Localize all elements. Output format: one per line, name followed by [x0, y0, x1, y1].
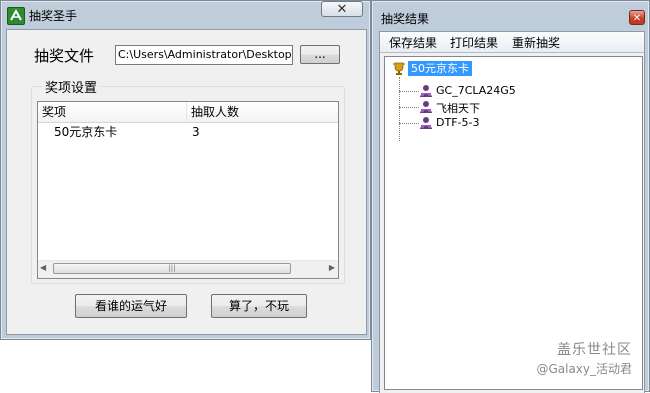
result-window-titlebar[interactable]: 抽奖结果 ✕	[372, 1, 649, 29]
tree-line	[399, 91, 419, 92]
scroll-right-icon[interactable]: ▶	[329, 263, 335, 272]
user-icon	[419, 84, 433, 98]
result-window-title: 抽奖结果	[381, 12, 430, 26]
menu-redraw[interactable]: 重新抽奖	[512, 34, 560, 51]
prize-list-header: 奖项 抽取人数	[38, 102, 338, 123]
menu-save-results[interactable]: 保存结果	[389, 34, 437, 51]
table-row[interactable]: 50元京东卡 3	[38, 123, 338, 141]
result-window-client: 保存结果 打印结果 重新抽奖 50元京东卡 GC_7CLA24G5 飞相天下 D…	[379, 31, 645, 393]
watermark-community: 盖乐世社区	[557, 342, 632, 358]
file-path-field[interactable]: C:\Users\Administrator\Desktop\新	[115, 45, 293, 65]
result-menubar: 保存结果 打印结果 重新抽奖	[380, 32, 644, 53]
user-icon	[419, 100, 433, 114]
file-path-value: C:\Users\Administrator\Desktop\新	[118, 48, 293, 61]
tree-child-label[interactable]: 飞相天下	[436, 100, 480, 116]
browse-button[interactable]: ...	[300, 45, 340, 64]
tree-line	[399, 123, 419, 124]
lottery-window-client: 抽奖文件 C:\Users\Administrator\Desktop\新 ..…	[6, 29, 367, 335]
column-header-count[interactable]: 抽取人数	[187, 102, 339, 122]
result-tree[interactable]: 50元京东卡 GC_7CLA24G5 飞相天下 DTF-5-3 盖乐世社区 @G	[384, 56, 643, 390]
close-icon[interactable]: ✕	[629, 10, 645, 25]
prize-settings-group: 奖项设置 奖项 抽取人数 50元京东卡 3 ◀ ||| ▶	[31, 77, 345, 284]
tree-child-label[interactable]: GC_7CLA24G5	[436, 84, 516, 97]
lottery-window: 抽奖圣手 ✕ 抽奖文件 C:\Users\Administrator\Deskt…	[0, 0, 371, 340]
lottery-window-title: 抽奖圣手	[29, 9, 78, 23]
app-icon	[7, 7, 25, 25]
quit-button[interactable]: 算了，不玩	[211, 294, 307, 318]
tree-root-node[interactable]: 50元京东卡	[408, 61, 472, 76]
scroll-left-icon[interactable]: ◀	[40, 263, 46, 272]
user-icon	[419, 116, 433, 130]
result-window: 抽奖结果 ✕ 保存结果 打印结果 重新抽奖 50元京东卡 GC_7CLA24G5…	[371, 0, 650, 393]
count-cell: 3	[192, 125, 200, 139]
file-label: 抽奖文件	[34, 47, 95, 65]
prize-settings-label: 奖项设置	[42, 77, 101, 96]
prize-cell: 50元京东卡	[54, 125, 118, 139]
watermark-handle: @Galaxy_活动君	[536, 362, 632, 376]
menu-print-results[interactable]: 打印结果	[450, 34, 498, 51]
tree-root-label: 50元京东卡	[411, 62, 469, 75]
trophy-icon	[392, 62, 406, 76]
horizontal-scrollbar[interactable]: ◀ ||| ▶	[38, 260, 338, 278]
column-header-prize[interactable]: 奖项	[38, 102, 187, 122]
tree-child-label[interactable]: DTF-5-3	[436, 116, 479, 129]
grip-icon: |||	[168, 264, 176, 272]
lottery-window-titlebar[interactable]: 抽奖圣手 ✕	[1, 1, 370, 29]
scrollbar-thumb[interactable]: |||	[53, 263, 291, 274]
tree-line	[399, 77, 400, 141]
tree-line	[399, 107, 419, 108]
close-icon[interactable]: ✕	[321, 1, 363, 17]
draw-button[interactable]: 看谁的运气好	[75, 294, 187, 318]
prize-list[interactable]: 奖项 抽取人数 50元京东卡 3 ◀ ||| ▶	[37, 101, 339, 279]
